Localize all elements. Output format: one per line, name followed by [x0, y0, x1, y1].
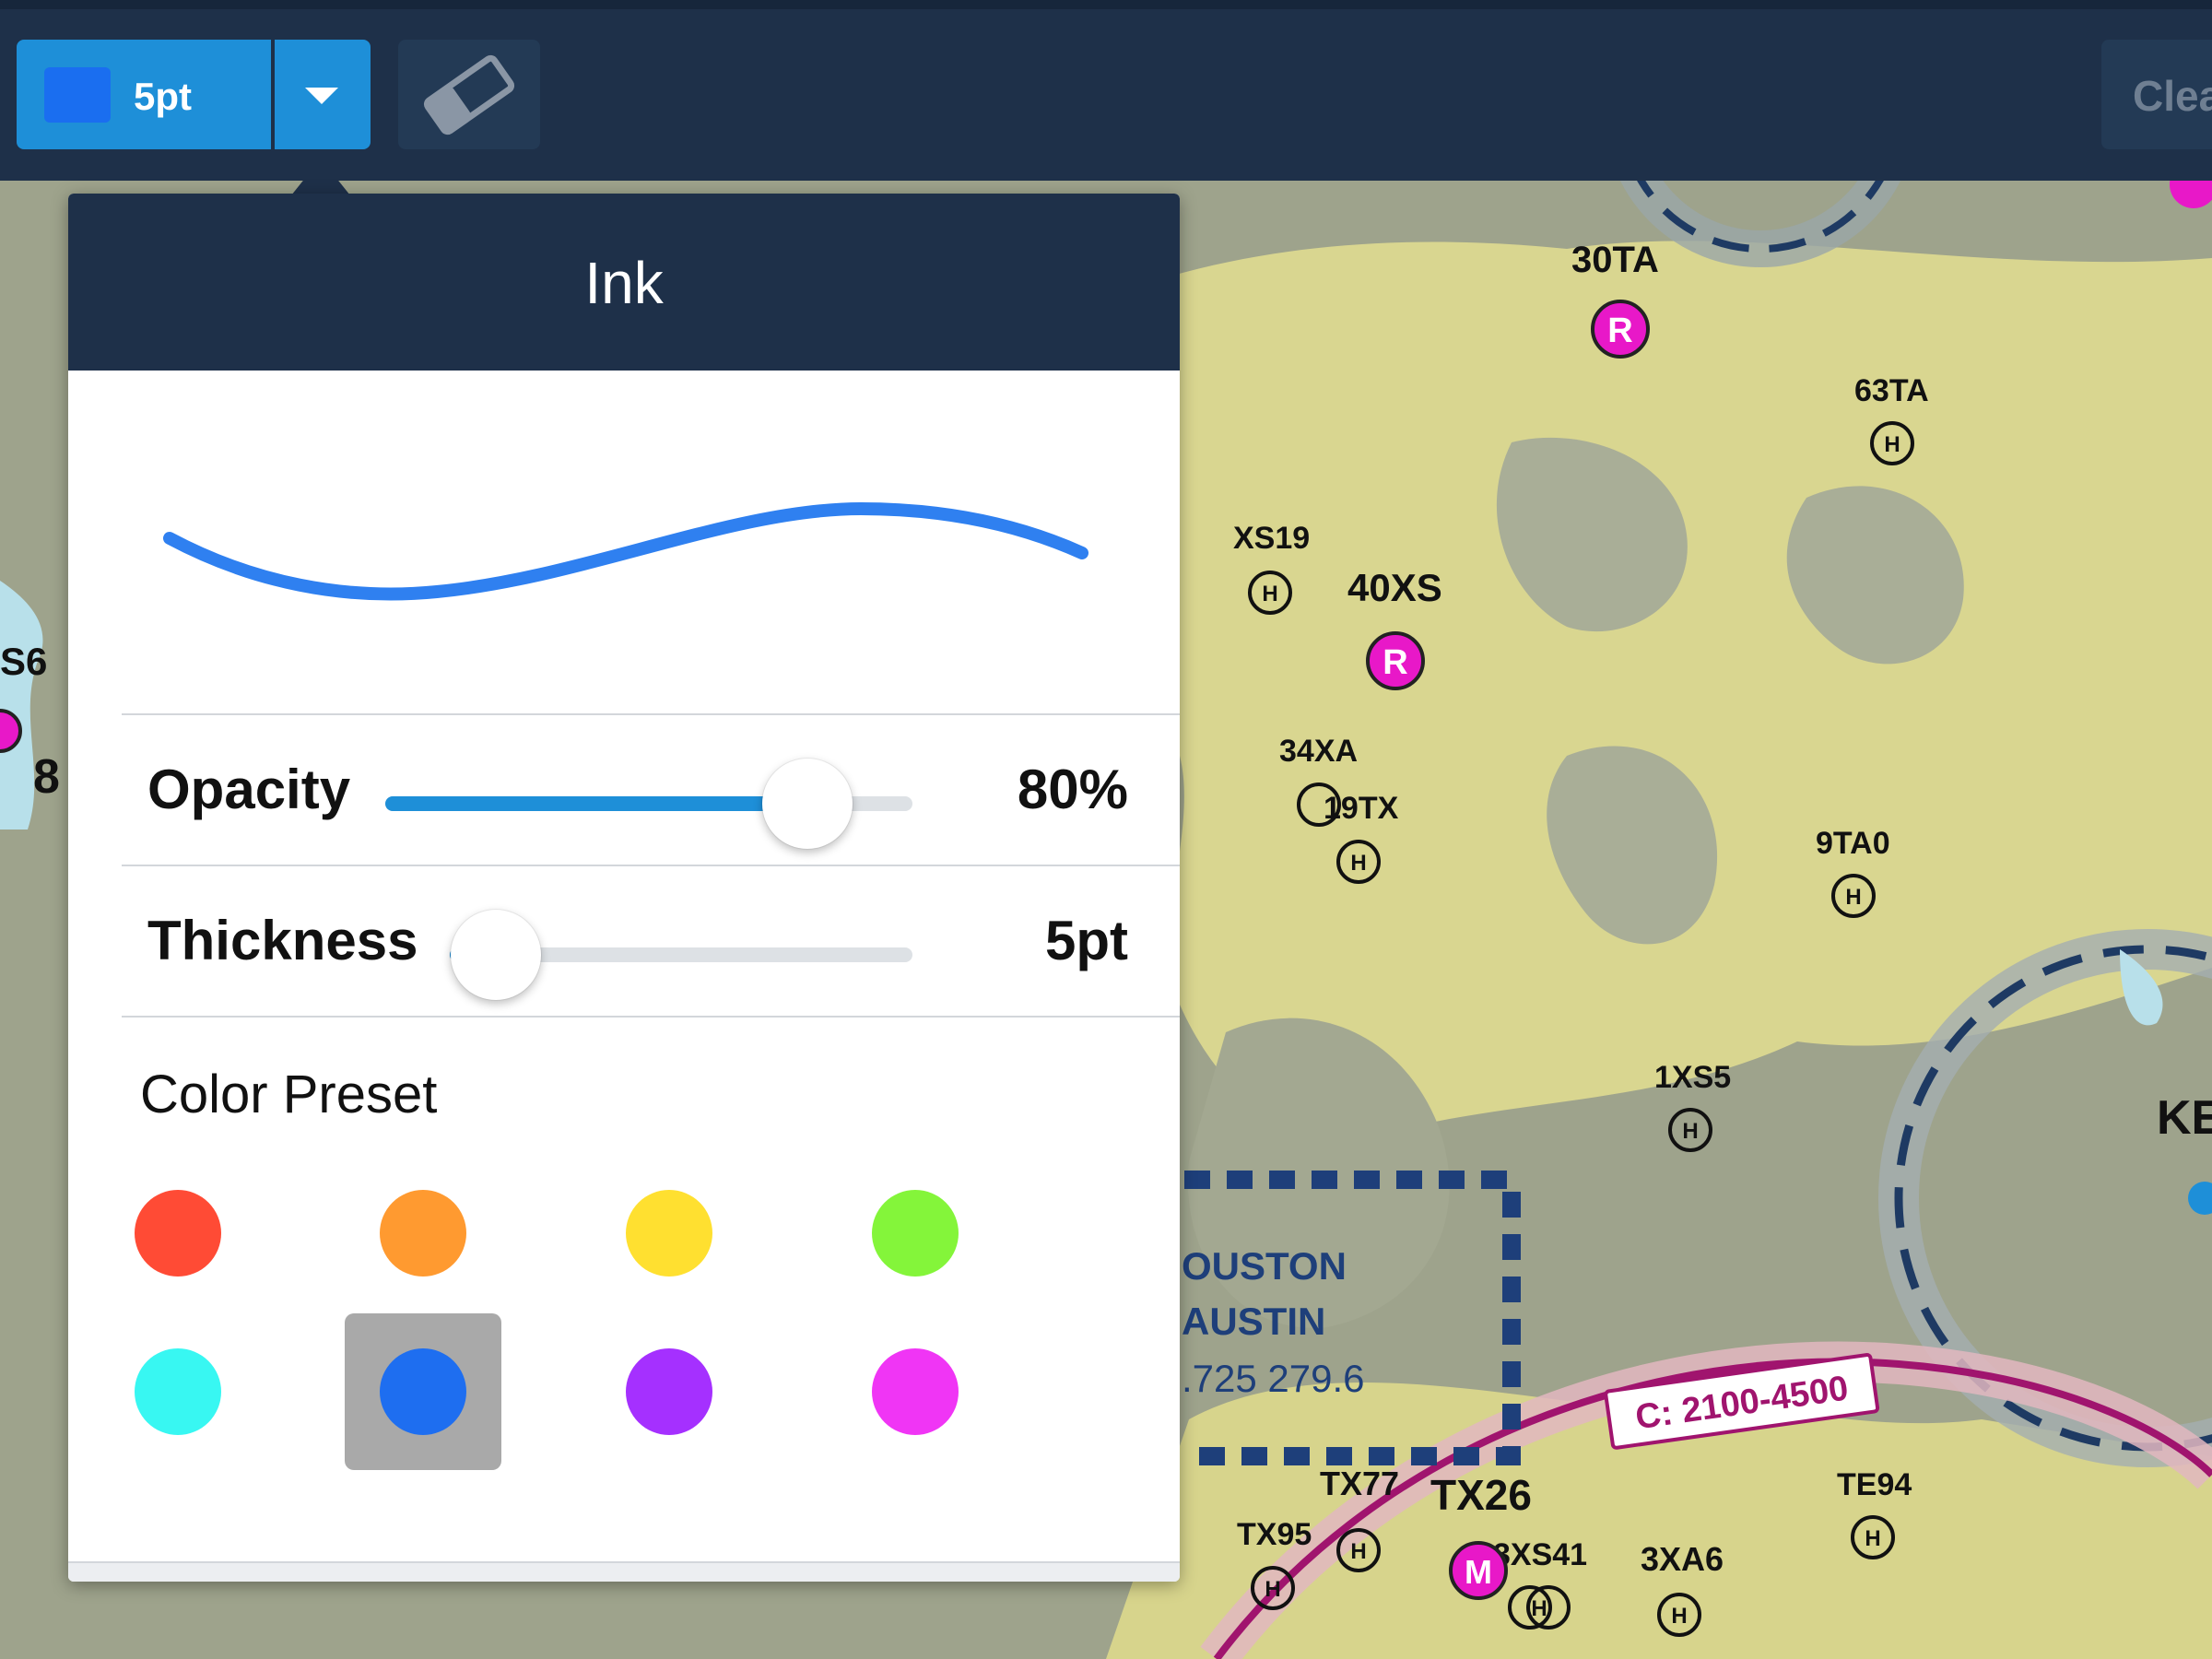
opacity-value: 80%	[1017, 759, 1128, 820]
pen-thickness-label: 5pt	[134, 75, 192, 118]
color-dot	[380, 1190, 466, 1277]
color-preset-swatch[interactable]	[345, 1155, 501, 1312]
color-preset-swatch[interactable]	[837, 1155, 994, 1312]
svg-text:34XA: 34XA	[1279, 734, 1358, 769]
caret-down-icon	[305, 88, 338, 104]
svg-text:H: H	[1682, 1119, 1698, 1144]
popover-footer	[68, 1561, 1180, 1582]
ink-popover: Ink Opacity 80% Thickness 5pt Color Pres…	[68, 194, 1180, 1582]
svg-text:40XS: 40XS	[1347, 566, 1442, 609]
clear-button[interactable]: Clea	[2101, 40, 2212, 149]
svg-text:M: M	[1465, 1553, 1492, 1591]
popover-arrow	[291, 159, 350, 195]
divider	[122, 865, 1180, 866]
svg-text:H: H	[1350, 851, 1366, 876]
pen-options-dropdown-button[interactable]	[275, 40, 371, 149]
opacity-slider-fill	[385, 796, 807, 811]
svg-text:1XS5: 1XS5	[1654, 1060, 1731, 1095]
top-toolbar: 5pt Clea	[0, 0, 2212, 181]
color-preset-title: Color Preset	[140, 1065, 438, 1124]
color-preset-swatch[interactable]	[100, 1313, 256, 1470]
pen-style-button[interactable]: 5pt	[17, 40, 271, 149]
color-preset-swatch[interactable]	[591, 1155, 747, 1312]
svg-text:TX26: TX26	[1430, 1471, 1532, 1519]
color-dot	[135, 1348, 221, 1435]
color-preset-swatch[interactable]	[591, 1313, 747, 1470]
svg-text:H: H	[1845, 885, 1861, 910]
divider	[122, 713, 1180, 715]
map-label: 30TA	[1571, 240, 1659, 280]
svg-text:.725 279.6: .725 279.6	[1182, 1357, 1365, 1400]
stroke-preview	[68, 371, 1180, 713]
color-dot	[872, 1348, 959, 1435]
thickness-label: Thickness	[147, 910, 418, 971]
svg-text:S6: S6	[0, 640, 47, 683]
svg-text:R: R	[1607, 312, 1632, 350]
clear-button-label: Clea	[2133, 72, 2212, 120]
svg-text:TX77: TX77	[1320, 1465, 1399, 1502]
svg-text:XS19: XS19	[1233, 521, 1310, 556]
eraser-button[interactable]	[398, 40, 540, 149]
popover-title: Ink	[584, 250, 664, 316]
svg-text:H: H	[1350, 1539, 1366, 1564]
svg-text:9TA0: 9TA0	[1816, 826, 1890, 861]
svg-text:H: H	[1865, 1526, 1880, 1551]
color-dot	[626, 1190, 712, 1277]
svg-text:OUSTON: OUSTON	[1182, 1244, 1347, 1288]
svg-text:TE94: TE94	[1837, 1467, 1912, 1502]
color-dot	[380, 1348, 466, 1435]
svg-text:TX95: TX95	[1237, 1517, 1312, 1552]
svg-text:H: H	[1531, 1596, 1547, 1621]
color-dot	[626, 1348, 712, 1435]
svg-text:KE: KE	[2157, 1091, 2212, 1145]
svg-text:19TX: 19TX	[1324, 791, 1399, 826]
pen-color-swatch	[44, 67, 111, 123]
svg-text:3XA6: 3XA6	[1641, 1540, 1724, 1578]
svg-text:63TA: 63TA	[1854, 373, 1929, 408]
thickness-value: 5pt	[1045, 910, 1128, 971]
svg-text:R: R	[1382, 643, 1407, 682]
color-dot	[135, 1190, 221, 1277]
color-preset-swatch[interactable]	[837, 1313, 994, 1470]
color-preset-swatch[interactable]	[345, 1313, 501, 1470]
eraser-icon	[423, 54, 515, 135]
thickness-slider-thumb[interactable]	[451, 910, 542, 1000]
color-dot	[872, 1190, 959, 1277]
svg-text:H: H	[1262, 582, 1277, 606]
opacity-label: Opacity	[147, 759, 351, 820]
svg-text:H: H	[1884, 432, 1900, 457]
svg-text:8: 8	[33, 750, 60, 804]
opacity-slider-thumb[interactable]	[761, 759, 853, 849]
svg-text:H: H	[1671, 1604, 1687, 1629]
divider	[122, 1016, 1180, 1018]
color-preset-swatch[interactable]	[100, 1155, 256, 1312]
stroke-preview-curve	[163, 501, 1088, 601]
svg-text:H: H	[1265, 1577, 1280, 1602]
svg-text:AUSTIN: AUSTIN	[1182, 1300, 1325, 1343]
popover-header: Ink	[68, 194, 1180, 371]
